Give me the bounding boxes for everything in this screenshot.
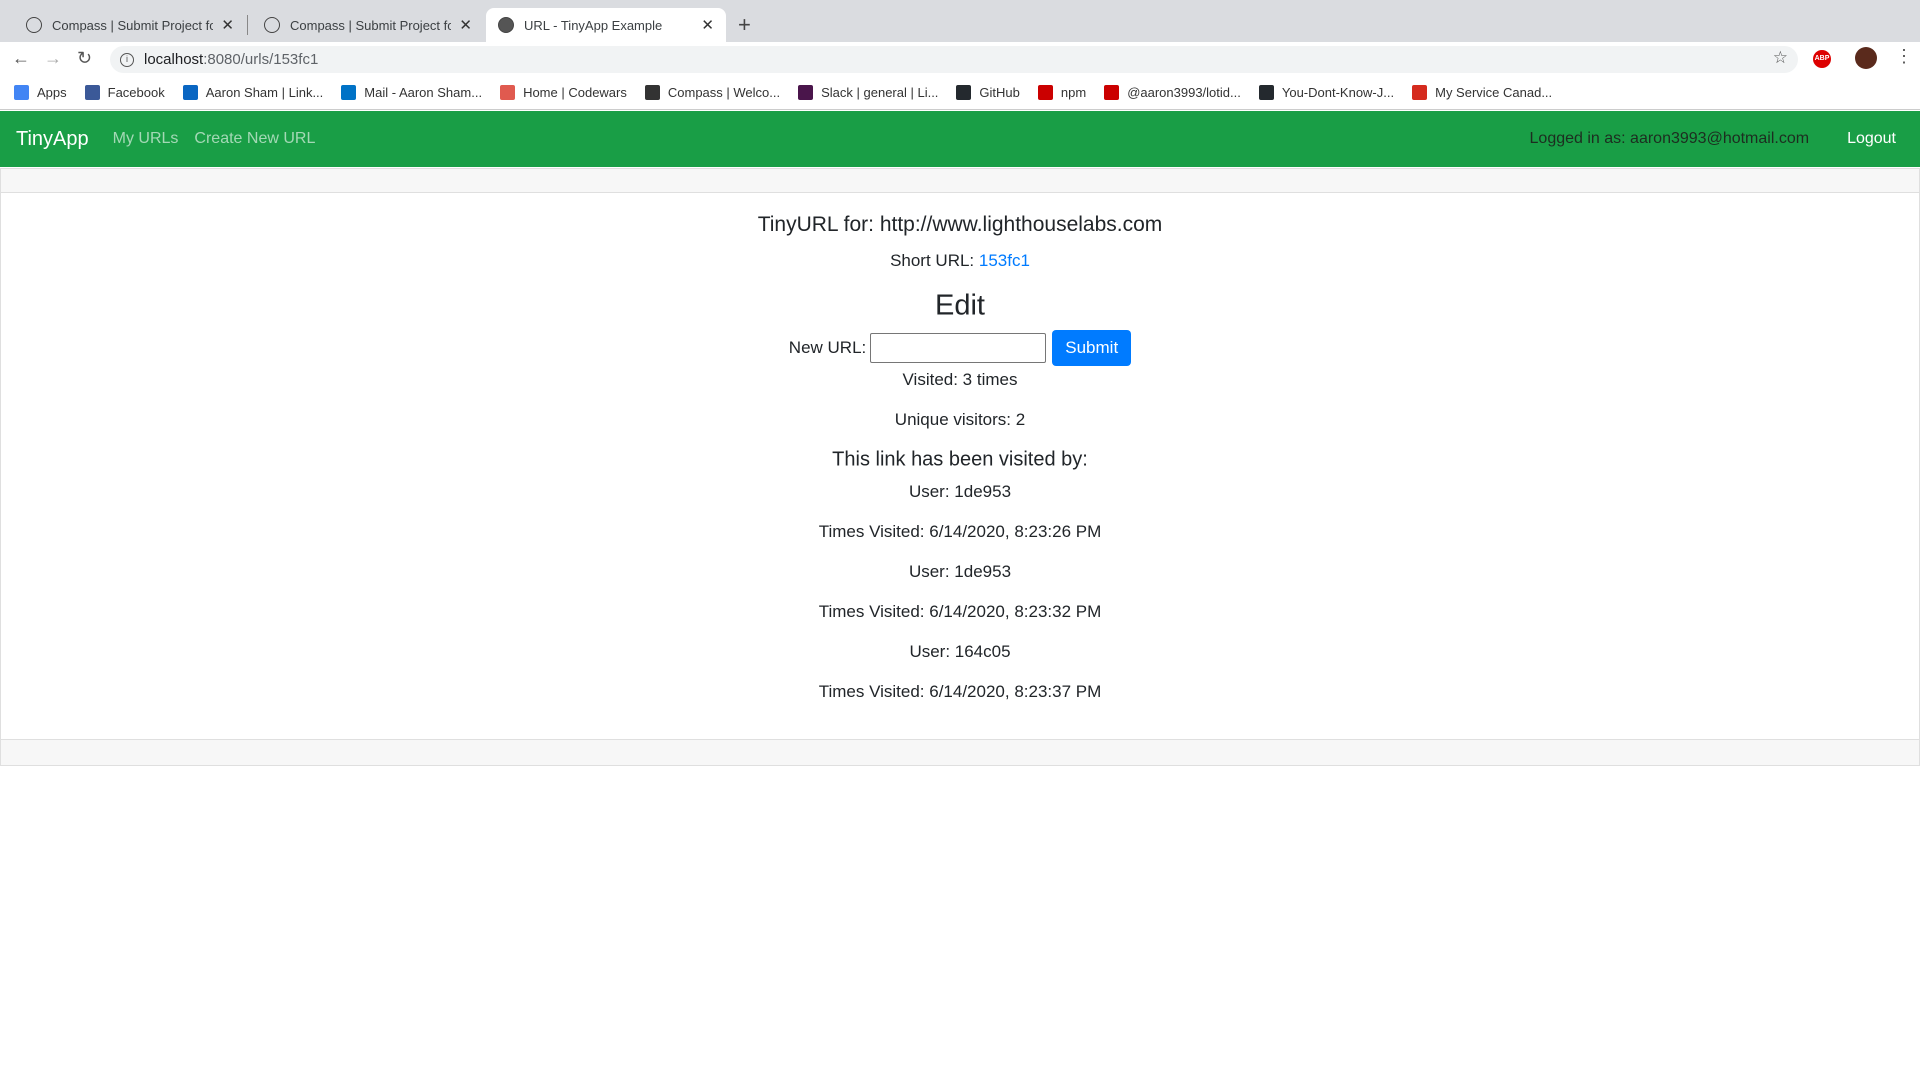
bookmark-favicon-icon [1104, 85, 1120, 100]
brand-link[interactable]: TinyApp [16, 128, 89, 151]
bookmark-label: Aaron Sham | Link... [205, 85, 324, 100]
bookmark-item[interactable]: Compass | Welco... [644, 85, 781, 100]
close-tab-icon[interactable]: ✕ [701, 16, 714, 34]
visit-user: User: 1de953 [908, 562, 1012, 581]
compass-icon [26, 17, 42, 33]
bookmark-favicon-icon [14, 85, 29, 100]
compass-icon [264, 17, 280, 33]
page-title: TinyURL for: http://www.lighthouselabs.c… [757, 213, 1163, 236]
bookmark-favicon-icon [500, 85, 516, 100]
bookmark-favicon-icon [84, 85, 100, 100]
bookmark-favicon-icon [798, 85, 814, 100]
bookmark-item[interactable]: Mail - Aaron Sham... [341, 85, 482, 100]
bookmark-label: Home | Codewars [523, 85, 627, 100]
unique-visitors: Unique visitors: 2 [894, 410, 1026, 429]
navbar: TinyApp My URLs Create New URL Logged in… [0, 111, 1920, 167]
bookmark-favicon-icon [644, 85, 660, 100]
globe-icon [498, 17, 514, 33]
bookmark-label: @aaron3993/lotid... [1127, 85, 1241, 100]
visit-time: Times Visited: 6/14/2020, 8:23:37 PM [818, 682, 1102, 701]
close-tab-icon[interactable]: ✕ [459, 16, 472, 34]
tab-tinyapp[interactable]: URL - TinyApp Example ✕ [486, 8, 726, 42]
bookmarks-bar: Apps Facebook Aaron Sham | Link... Mail - A… [0, 76, 1920, 110]
profile-avatar[interactable] [1855, 47, 1877, 69]
bookmark-item[interactable]: @aaron3993/lotid... [1104, 85, 1241, 100]
visit-time: Times Visited: 6/14/2020, 8:23:26 PM [818, 522, 1102, 541]
reload-icon[interactable]: ↻ [77, 48, 92, 69]
bookmark-favicon-icon [1037, 85, 1053, 100]
new-url-input[interactable] [870, 333, 1047, 363]
short-url-link[interactable]: 153fc1 [979, 251, 1030, 270]
bookmark-label: Apps [37, 85, 67, 100]
bookmark-label: Mail - Aaron Sham... [364, 85, 483, 100]
edit-heading: Edit [935, 289, 985, 322]
bookmark-label: You-Dont-Know-J... [1281, 85, 1395, 100]
bookmark-label: Slack | general | Li... [821, 85, 939, 100]
logged-in-text: Logged in as: aaron3993@hotmail.com [1529, 130, 1810, 147]
bookmark-favicon-icon [956, 85, 972, 100]
bookmark-item[interactable]: Slack | general | Li... [798, 85, 938, 100]
info-icon[interactable]: i [120, 52, 134, 67]
tab-compass-1[interactable]: Compass | Submit Project for E✕ [14, 8, 246, 42]
visited-count: Visited: 3 times [902, 370, 1018, 389]
card-header [1, 169, 1919, 193]
logout-button[interactable]: Logout [1847, 130, 1896, 148]
bookmark-item[interactable]: Facebook [84, 85, 165, 100]
bookmark-favicon-icon [1412, 85, 1428, 100]
close-tab-icon[interactable]: ✕ [221, 16, 234, 34]
bookmark-favicon-icon [182, 85, 198, 100]
visit-time: Times Visited: 6/14/2020, 8:23:32 PM [818, 602, 1102, 621]
bookmark-favicon-icon [1258, 85, 1274, 100]
adblock-icon[interactable]: ABP [1813, 50, 1831, 68]
visited-by-heading: This link has been visited by: [832, 448, 1088, 471]
submit-button[interactable]: Submit [1052, 330, 1132, 366]
visit-user: User: 164c05 [909, 642, 1011, 661]
bookmark-item[interactable]: GitHub [956, 85, 1020, 100]
address-bar-row: ← → ↻ i localhost:8080/urls/153fc1 ☆ ABP… [0, 42, 1920, 76]
bookmark-item[interactable]: My Service Canad... [1412, 85, 1552, 100]
bookmark-label: Compass | Welco... [667, 85, 781, 100]
bookmark-star-icon[interactable]: ☆ [1773, 48, 1788, 68]
bookmark-item[interactable]: npm [1037, 85, 1087, 100]
bookmark-label: npm [1060, 85, 1087, 100]
tab-separator [247, 15, 248, 35]
bookmark-favicon-icon [341, 85, 357, 100]
short-url-line: Short URL: 153fc1 [890, 251, 1030, 270]
nav-create-new-url[interactable]: Create New URL [194, 130, 315, 148]
edit-form: New URL: Submit [0, 330, 1920, 366]
bookmark-item[interactable]: Aaron Sham | Link... [182, 85, 324, 100]
bookmark-item[interactable]: Apps [14, 85, 67, 100]
new-url-label: New URL: [788, 338, 867, 357]
visit-user: User: 1de953 [908, 482, 1012, 501]
card-footer [1, 739, 1919, 765]
bookmark-label: GitHub [979, 85, 1020, 100]
url-input[interactable]: i localhost:8080/urls/153fc1 ☆ [110, 46, 1798, 73]
nav-my-urls[interactable]: My URLs [113, 130, 179, 148]
back-icon[interactable]: ← [12, 48, 30, 69]
bookmark-label: My Service Canad... [1435, 85, 1553, 100]
bookmark-label: Facebook [107, 85, 165, 100]
menu-icon[interactable]: ⋮ [1895, 46, 1913, 67]
tab-compass-2[interactable]: Compass | Submit Project for E✕ [252, 8, 484, 42]
forward-icon[interactable]: → [44, 48, 62, 69]
tab-bar: Compass | Submit Project for E✕ Compass … [0, 0, 1920, 42]
new-tab-button[interactable]: + [738, 12, 751, 38]
bookmark-item[interactable]: Home | Codewars [500, 85, 627, 100]
bookmark-item[interactable]: You-Dont-Know-J... [1258, 85, 1395, 100]
